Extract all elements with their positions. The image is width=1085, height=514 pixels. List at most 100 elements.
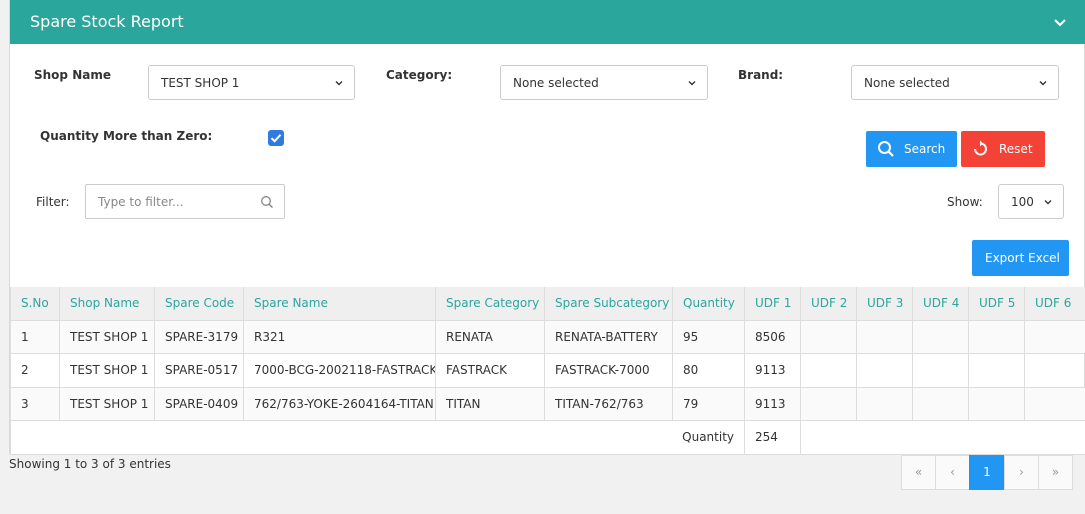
- filter-input[interactable]: Type to filter...: [85, 184, 285, 219]
- column-header[interactable]: UDF 3: [856, 287, 913, 321]
- table-cell: 9113: [744, 353, 801, 388]
- table-cell: TEST SHOP 1: [59, 319, 155, 354]
- total-value: 254: [744, 420, 801, 455]
- table-cell: [1024, 386, 1085, 421]
- panel-header: Spare Stock Report: [10, 0, 1085, 44]
- category-select[interactable]: None selected: [500, 65, 708, 100]
- column-header[interactable]: UDF 4: [912, 287, 969, 321]
- show-label: Show:: [947, 195, 983, 209]
- chevron-down-icon: [688, 81, 696, 86]
- table-row: 3 TEST SHOP 1 SPARE-0409 762/763-YOKE-26…: [10, 386, 1085, 421]
- quantity-more-than-zero-checkbox[interactable]: [268, 130, 284, 146]
- chevron-down-icon: [335, 81, 343, 86]
- shop-name-value: TEST SHOP 1: [161, 76, 240, 90]
- export-excel-label: Export Excel: [985, 251, 1060, 265]
- column-header[interactable]: Spare Code: [154, 287, 244, 321]
- page-title: Spare Stock Report: [30, 12, 184, 31]
- search-icon: [878, 141, 894, 157]
- column-header[interactable]: Spare Name: [243, 287, 436, 321]
- table-cell: [800, 353, 857, 388]
- table-cell: [856, 353, 913, 388]
- table-cell: SPARE-3179: [154, 319, 244, 354]
- table-cell: 9113: [744, 386, 801, 421]
- previous-page-button[interactable]: ‹: [935, 455, 970, 490]
- reset-icon: [974, 140, 987, 156]
- page-size-value: 100: [1011, 195, 1034, 209]
- chevron-down-icon: [1039, 81, 1047, 86]
- page-size-select[interactable]: 100: [998, 184, 1064, 219]
- column-header[interactable]: Spare Subcategory: [544, 287, 673, 321]
- first-page-button[interactable]: «: [901, 455, 936, 490]
- table-cell: 8506: [744, 319, 801, 354]
- table-cell: [800, 386, 857, 421]
- column-header[interactable]: UDF 1: [744, 287, 801, 321]
- search-button-label: Search: [904, 142, 946, 156]
- pagination: « ‹ 1 › »: [901, 455, 1073, 490]
- table-total-row: Quantity 254: [10, 420, 1085, 455]
- report-panel: Spare Stock Report Shop Name TEST SHOP 1…: [9, 0, 1085, 455]
- table-cell: 80: [672, 353, 745, 388]
- filter-placeholder: Type to filter...: [98, 195, 184, 209]
- shop-name-select[interactable]: TEST SHOP 1: [148, 65, 355, 100]
- table-cell: TITAN: [435, 386, 545, 421]
- chevron-down-icon[interactable]: [1052, 14, 1068, 30]
- table-cell: [912, 353, 969, 388]
- table-cell: [968, 353, 1025, 388]
- shop-name-label: Shop Name: [34, 68, 111, 82]
- filter-label: Filter:: [36, 195, 70, 209]
- chevron-down-icon: [1044, 200, 1052, 205]
- table-cell: SPARE-0409: [154, 386, 244, 421]
- reset-button[interactable]: Reset: [961, 131, 1045, 167]
- table-cell: 1: [10, 319, 60, 354]
- table-cell: FASTRACK: [435, 353, 545, 388]
- table-cell: TITAN-762/763: [544, 386, 673, 421]
- column-header[interactable]: Shop Name: [59, 287, 155, 321]
- table-cell: [856, 386, 913, 421]
- export-excel-button[interactable]: Export Excel: [972, 240, 1069, 276]
- table-cell: [800, 319, 857, 354]
- brand-value: None selected: [864, 76, 950, 90]
- table-cell: [1024, 319, 1085, 354]
- category-label: Category:: [386, 68, 453, 82]
- table-cell: 3: [10, 386, 60, 421]
- table-cell: 7000-BCG-2002118-FASTRACK: [243, 353, 436, 388]
- table-cell: 79: [672, 386, 745, 421]
- table-cell: [968, 319, 1025, 354]
- table-cell: 95: [672, 319, 745, 354]
- total-empty-cell: [800, 420, 1085, 455]
- table-header-row: S.No Shop Name Spare Code Spare Name Spa…: [10, 287, 1085, 321]
- brand-label: Brand:: [738, 68, 784, 82]
- column-header[interactable]: Spare Category: [435, 287, 545, 321]
- column-header[interactable]: Quantity: [672, 287, 745, 321]
- total-label: Quantity: [10, 420, 745, 455]
- next-page-button[interactable]: ›: [1004, 455, 1039, 490]
- brand-select[interactable]: None selected: [851, 65, 1059, 100]
- table-cell: [912, 319, 969, 354]
- table-row: 1 TEST SHOP 1 SPARE-3179 R321 RENATA REN…: [10, 319, 1085, 354]
- table-cell: RENATA: [435, 319, 545, 354]
- column-header[interactable]: UDF 6: [1024, 287, 1085, 321]
- search-button[interactable]: Search: [866, 131, 957, 167]
- table-cell: R321: [243, 319, 436, 354]
- category-value: None selected: [513, 76, 599, 90]
- search-icon: [261, 196, 273, 208]
- table-cell: [968, 386, 1025, 421]
- entries-info: Showing 1 to 3 of 3 entries: [9, 457, 171, 471]
- column-header[interactable]: UDF 2: [800, 287, 857, 321]
- table-cell: FASTRACK-7000: [544, 353, 673, 388]
- table-cell: TEST SHOP 1: [59, 386, 155, 421]
- table-cell: RENATA-BATTERY: [544, 319, 673, 354]
- table-cell: [1024, 353, 1085, 388]
- table-cell: 762/763-YOKE-2604164-TITAN: [243, 386, 436, 421]
- table-row: 2 TEST SHOP 1 SPARE-0517 7000-BCG-200211…: [10, 353, 1085, 388]
- last-page-button[interactable]: »: [1038, 455, 1073, 490]
- table-cell: TEST SHOP 1: [59, 353, 155, 388]
- table-cell: [912, 386, 969, 421]
- table-cell: SPARE-0517: [154, 353, 244, 388]
- column-header[interactable]: S.No: [10, 287, 60, 321]
- page-1-button[interactable]: 1: [969, 455, 1005, 490]
- spare-stock-table: S.No Shop Name Spare Code Spare Name Spa…: [10, 287, 1085, 455]
- check-icon: [270, 134, 282, 143]
- reset-button-label: Reset: [999, 142, 1033, 156]
- column-header[interactable]: UDF 5: [968, 287, 1025, 321]
